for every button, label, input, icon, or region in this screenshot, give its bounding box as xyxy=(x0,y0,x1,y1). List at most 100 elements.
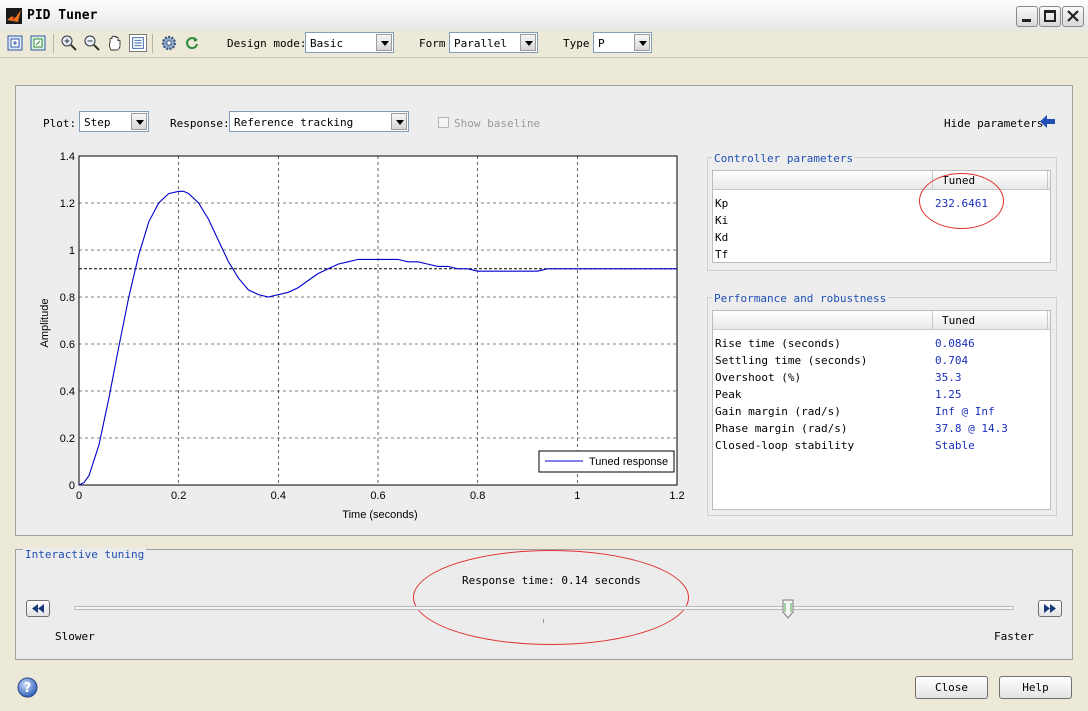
metric-value: 1.25 xyxy=(935,388,962,401)
annotation-circle-response-time xyxy=(413,550,689,645)
x-tick-label: 1.2 xyxy=(669,490,684,502)
pan-hand-icon[interactable] xyxy=(106,34,124,52)
import-plant-icon[interactable] xyxy=(6,34,24,52)
y-tick-label: 0.4 xyxy=(60,386,75,398)
annotation-circle-kp xyxy=(919,173,1004,229)
gear-icon[interactable] xyxy=(160,34,178,52)
performance-title: Performance and robustness xyxy=(712,292,889,305)
param-name-tf: Tf xyxy=(715,248,729,261)
plot-type-value: Step xyxy=(84,116,111,129)
y-tick-label: 1.4 xyxy=(60,151,75,163)
y-tick-label: 0.2 xyxy=(60,433,75,445)
y-tick-label: 0.8 xyxy=(60,292,75,304)
metric-value: 0.704 xyxy=(935,354,969,367)
design-mode-dropdown[interactable]: Basic xyxy=(305,32,394,53)
metric-name: Closed-loop stability xyxy=(715,439,855,452)
x-tick-label: 0.2 xyxy=(171,490,186,502)
arrow-left-icon[interactable] xyxy=(1039,114,1056,129)
metric-value: 37.8 @ 14.3 xyxy=(935,422,1008,435)
x-tick-label: 1 xyxy=(574,490,580,502)
matlab-logo-icon xyxy=(6,8,22,24)
chevron-down-icon xyxy=(520,34,536,51)
title-bar: PID Tuner xyxy=(0,0,1088,32)
plot-label: Plot: xyxy=(43,117,77,130)
x-axis-label: Time (seconds) xyxy=(342,509,417,521)
metric-name: Peak xyxy=(715,388,742,401)
controller-parameters-table: Tuned Kp 232.6461 Ki Kd Tf xyxy=(712,170,1051,263)
response-value: Reference tracking xyxy=(234,116,354,129)
y-axis-label: Amplitude xyxy=(39,299,51,348)
x-tick-label: 0.4 xyxy=(271,490,286,502)
form-label: Form xyxy=(419,37,446,50)
param-name-kd: Kd xyxy=(715,231,729,244)
design-mode-value: Basic xyxy=(310,37,344,50)
design-mode-label: Design mode: xyxy=(227,37,307,50)
chevron-down-icon xyxy=(391,113,407,130)
type-dropdown[interactable]: P xyxy=(593,32,652,53)
zoom-out-icon[interactable] xyxy=(83,34,101,52)
minimize-button[interactable] xyxy=(1016,6,1038,27)
y-tick-label: 1 xyxy=(69,245,75,257)
metric-value: Stable xyxy=(935,439,975,452)
chevron-down-icon xyxy=(634,34,650,51)
metric-name: Phase margin (rad/s) xyxy=(715,422,848,435)
slower-step-button[interactable] xyxy=(26,600,50,617)
metric-name: Settling time (seconds) xyxy=(715,354,868,367)
y-tick-label: 0.6 xyxy=(60,339,75,351)
x-tick-label: 0.6 xyxy=(370,490,385,502)
maximize-icon xyxy=(1044,10,1056,22)
response-time-slider-track[interactable] xyxy=(74,606,1014,610)
chevron-down-icon xyxy=(376,34,392,51)
param-name-kp: Kp xyxy=(715,197,729,210)
type-label: Type xyxy=(563,37,590,50)
chevron-down-icon xyxy=(131,113,147,130)
close-icon xyxy=(1067,10,1079,22)
controller-parameters-title: Controller parameters xyxy=(712,152,856,165)
legend: Tuned response xyxy=(538,450,675,473)
metric-value: 35.3 xyxy=(935,371,962,384)
plot-type-dropdown[interactable]: Step xyxy=(79,111,149,132)
response-label: Response: xyxy=(170,117,230,130)
toolbar-separator xyxy=(152,34,153,53)
close-button[interactable]: Close xyxy=(915,676,988,699)
metric-value: Inf @ Inf xyxy=(935,405,995,418)
x-tick-label: 0.8 xyxy=(470,490,485,502)
minimize-icon xyxy=(1022,19,1031,22)
metric-value: 0.0846 xyxy=(935,337,975,350)
interactive-tuning-title: Interactive tuning xyxy=(23,548,147,561)
show-baseline-checkbox[interactable] xyxy=(438,117,449,128)
tuned-column-header: Tuned xyxy=(942,314,976,327)
slower-label: Slower xyxy=(55,630,95,643)
double-right-arrow-icon xyxy=(1044,604,1056,613)
metric-name: Rise time (seconds) xyxy=(715,337,841,350)
form-dropdown[interactable]: Parallel xyxy=(449,32,538,53)
zoom-in-icon[interactable] xyxy=(60,34,78,52)
double-left-arrow-icon xyxy=(32,604,44,613)
slider-thumb[interactable] xyxy=(782,599,794,619)
toolbar: Design mode: Basic Form Parallel Type P xyxy=(0,31,1088,58)
legend-label: Tuned response xyxy=(589,456,668,468)
faster-step-button[interactable] xyxy=(1038,600,1062,617)
faster-label: Faster xyxy=(994,630,1034,643)
show-baseline-label: Show baseline xyxy=(454,117,541,130)
hide-parameters-link[interactable]: Hide parameters xyxy=(944,117,1043,130)
toolbar-separator xyxy=(53,34,54,53)
data-cursor-icon[interactable] xyxy=(129,34,147,52)
y-tick-label: 0 xyxy=(69,480,75,492)
export-icon[interactable] xyxy=(29,34,47,52)
close-window-button[interactable] xyxy=(1062,6,1084,27)
form-value: Parallel xyxy=(454,37,507,50)
table-header: Tuned xyxy=(713,311,1050,330)
help-question-icon[interactable]: ? xyxy=(17,677,38,698)
metric-name: Gain margin (rad/s) xyxy=(715,405,841,418)
x-tick-label: 0 xyxy=(76,490,82,502)
metric-name: Overshoot (%) xyxy=(715,371,802,384)
help-button[interactable]: Help xyxy=(999,676,1072,699)
param-name-ki: Ki xyxy=(715,214,729,227)
svg-text:?: ? xyxy=(24,681,32,696)
maximize-button[interactable] xyxy=(1039,6,1061,27)
response-dropdown[interactable]: Reference tracking xyxy=(229,111,409,132)
type-value: P xyxy=(598,37,605,50)
refresh-icon[interactable] xyxy=(183,34,201,52)
y-tick-label: 1.2 xyxy=(60,198,75,210)
